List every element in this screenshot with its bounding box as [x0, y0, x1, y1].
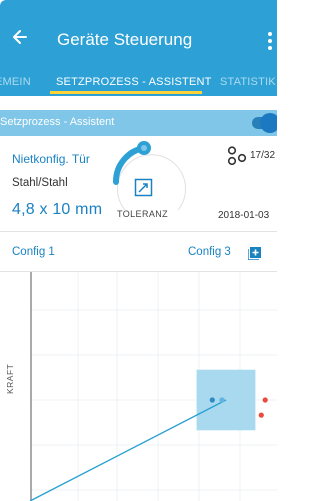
app-header: Geräte Steuerung EMEIN SETZPROZESS - ASS…	[0, 0, 277, 96]
config-date: 2018-01-03	[218, 210, 270, 221]
force-chart: KRAFT	[0, 272, 277, 501]
more-vertical-icon[interactable]	[268, 32, 274, 50]
rivet-count: 17/32	[250, 150, 276, 161]
series-line-0	[29, 399, 227, 501]
line-end-point	[219, 397, 225, 403]
in-tolerance-point-0	[209, 397, 215, 403]
material-text: Stahl/Stahl	[12, 177, 68, 189]
arrow-left-icon	[13, 30, 27, 44]
section-title: Setzprozess - Assistent	[0, 116, 115, 128]
tab-bar: EMEIN SETZPROZESS - ASSISTENT STATISTIK	[0, 70, 277, 96]
config-1-button[interactable]: Config 1	[12, 246, 55, 258]
app-window: Geräte Steuerung EMEIN SETZPROZESS - ASS…	[0, 0, 277, 501]
config-row: Config 1 Config 3	[0, 233, 277, 272]
tab-statistik[interactable]: STATISTIK	[220, 76, 276, 88]
section-bar: Setzprozess - Assistent	[0, 110, 277, 136]
back-button[interactable]	[10, 26, 30, 48]
y-axis-label: KRAFT	[5, 363, 15, 394]
fullscreen-icon[interactable]	[134, 178, 153, 197]
add-box-icon[interactable]	[248, 247, 261, 260]
out-of-tolerance-point-1	[258, 412, 264, 418]
tab-allgemein[interactable]: EMEIN	[0, 76, 31, 88]
tab-setzprozess-assistent[interactable]: SETZPROZESS - ASSISTENT	[56, 76, 212, 88]
config-3-button[interactable]: Config 3	[188, 246, 231, 258]
config-name: Nietkonfig. Tür	[12, 152, 90, 166]
rivet-config-card[interactable]: Nietkonfig. Tür Stahl/Stahl 4,8 x 10 mm …	[0, 136, 277, 232]
rivet-size: 4,8 x 10 mm	[12, 201, 103, 218]
page-title: Geräte Steuerung	[57, 30, 193, 49]
chart-plot	[29, 272, 277, 501]
tab-indicator	[50, 91, 202, 94]
tolerance-label: TOLERANZ	[117, 209, 169, 219]
rivet-count-icon	[227, 146, 247, 166]
out-of-tolerance-point-0	[262, 397, 268, 403]
toggle-knob[interactable]	[260, 113, 277, 133]
